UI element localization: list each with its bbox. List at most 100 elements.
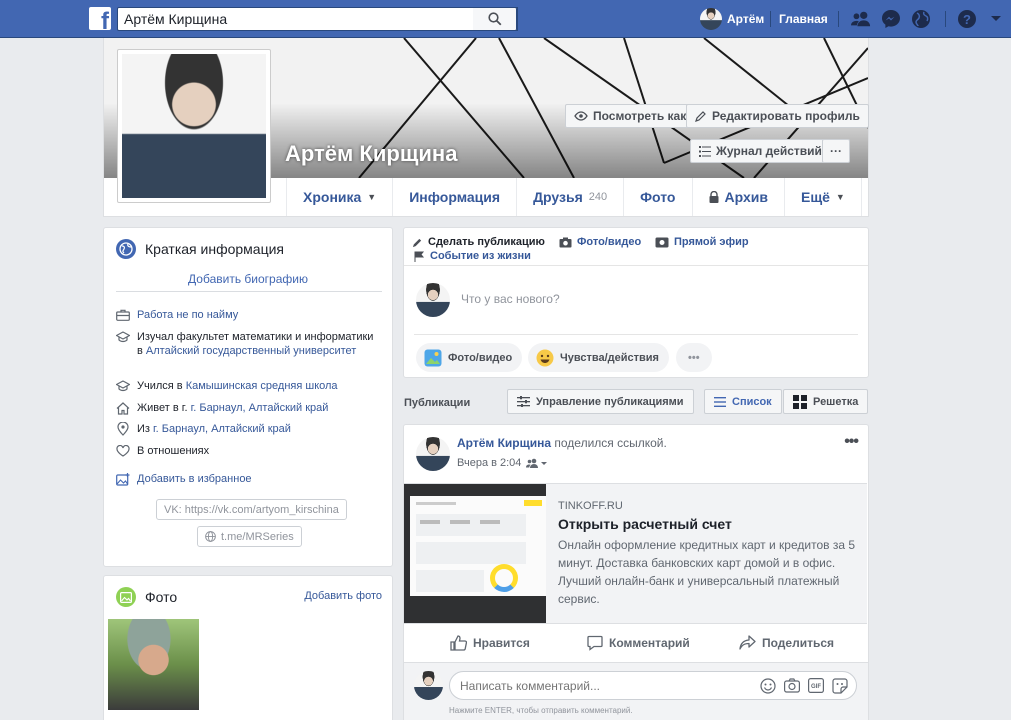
graduation-cap-icon [116, 379, 130, 393]
help-icon[interactable]: ? [957, 9, 977, 29]
post-author-avatar[interactable] [416, 437, 450, 471]
grid-icon [793, 394, 807, 409]
profile-name[interactable]: Артём Кирщина [285, 141, 457, 167]
account-menu-chevron-icon[interactable] [986, 9, 1006, 29]
list-view-button[interactable]: Список [704, 389, 782, 414]
lives-link[interactable]: г. Барнаул, Алтайский край [191, 402, 329, 414]
intro-card: Краткая информация Добавить биографию Ра… [103, 227, 393, 567]
gif-icon[interactable]: GIF [808, 678, 824, 693]
search-button[interactable] [473, 7, 517, 31]
top-navigation-bar: f Артём Главная ? [0, 0, 1011, 38]
profile-picture[interactable] [117, 49, 271, 203]
info-from: Из г. Барнаул, Алтайский край [116, 422, 378, 436]
flag-icon [414, 251, 425, 262]
divider [945, 11, 946, 27]
tab-timeline[interactable]: Хроника ▼ [286, 178, 392, 216]
view-as-button[interactable]: Посмотреть как [565, 104, 696, 128]
settings-sliders-icon [517, 396, 530, 407]
home-link[interactable]: Главная [779, 12, 828, 26]
comment-hint: Нажмите ENTER, чтобы отправить комментар… [449, 706, 633, 715]
divider [770, 11, 771, 27]
heart-icon [116, 444, 130, 458]
university-link[interactable]: Алтайский государственный университет [146, 345, 356, 357]
post-author-link[interactable]: Артём Кирщина [457, 436, 551, 450]
composer-input[interactable]: Что у вас нового? [461, 292, 560, 306]
photos-card: Фото Добавить фото [103, 575, 393, 720]
profile-tabs: Хроника ▼ Информация Друзья 240 Фото Архив… [286, 178, 862, 216]
emoji-icon[interactable] [760, 677, 776, 694]
camera-icon[interactable] [784, 678, 800, 693]
search-input[interactable] [118, 8, 517, 30]
vk-link-text: VK: https://vk.com/artyom_kirschina [164, 503, 339, 516]
chevron-down-icon: ▼ [835, 192, 845, 202]
hometown-link[interactable]: г. Барнаул, Алтайский край [153, 423, 291, 435]
composer-photo-button[interactable]: Фото/видео [416, 343, 523, 372]
comment-input[interactable] [450, 678, 752, 693]
notifications-globe-icon[interactable] [911, 9, 931, 29]
facebook-logo-icon[interactable]: f [89, 7, 111, 30]
like-button[interactable]: Нравится [450, 635, 530, 651]
add-photo-link[interactable]: Добавить фото [304, 590, 382, 602]
divider [404, 265, 868, 266]
edit-profile-button[interactable]: Редактировать профиль [686, 104, 869, 128]
composer-more-button[interactable]: ••• [676, 343, 712, 372]
link-domain: TINKOFF.RU [558, 500, 623, 512]
smiley-icon [536, 349, 554, 367]
activity-log-button[interactable]: Журнал действий [690, 139, 831, 163]
make-post-tab[interactable]: Сделать публикацию [412, 236, 545, 248]
composer-feeling-button[interactable]: Чувства/действия [528, 343, 669, 372]
post-card: Артём Кирщина поделился ссылкой. Вчера в… [403, 424, 869, 720]
tab-friends[interactable]: Друзья 240 [516, 178, 623, 216]
manage-posts-button[interactable]: Управление публикациями [507, 389, 694, 414]
activity-log-label: Журнал действий [716, 144, 822, 158]
telegram-link-pill[interactable]: t.me/MRSeries [197, 526, 302, 547]
info-add-featured[interactable]: Добавить в избранное [116, 472, 378, 486]
add-bio-link[interactable]: Добавить биографию [104, 272, 392, 286]
globe-icon [116, 239, 136, 259]
tab-archive[interactable]: Архив [691, 178, 784, 216]
top-user-link[interactable]: Артём [700, 8, 764, 30]
photo-thumbnail[interactable] [108, 619, 199, 710]
photo-icon [424, 349, 442, 367]
tab-about[interactable]: Информация [392, 178, 516, 216]
live-video-tab[interactable]: Прямой эфир [655, 236, 749, 248]
comment-box: GIF [449, 671, 857, 700]
telegram-link-text: t.me/MRSeries [221, 530, 294, 543]
publications-label: Публикации [404, 397, 471, 409]
school-link[interactable]: Камышинская средняя школа [186, 380, 338, 392]
photo-video-tab[interactable]: Фото/видео [559, 236, 641, 248]
friend-requests-icon[interactable] [851, 9, 871, 29]
photos-header: Фото [116, 587, 177, 607]
post-meta: Вчера в 2:04 [457, 457, 548, 469]
audience-friends-icon[interactable] [526, 458, 548, 468]
post-options-icon[interactable]: ••• [844, 433, 859, 451]
comment-button[interactable]: Комментарий [587, 635, 690, 651]
share-button[interactable]: Поделиться [739, 635, 834, 650]
post-header: Артём Кирщина поделился ссылкой. [457, 436, 667, 450]
info-school: Учился в Камышинская средняя школа [116, 379, 378, 393]
info-work: Работа не по найму [116, 308, 378, 322]
lock-icon [709, 191, 719, 203]
post-timestamp[interactable]: Вчера в 2:04 [457, 457, 521, 469]
vk-link-pill[interactable]: VK: https://vk.com/artyom_kirschina [156, 499, 347, 520]
sticker-icon[interactable] [832, 677, 848, 694]
intro-title: Краткая информация [145, 241, 284, 257]
link-preview[interactable]: TINKOFF.RU Открыть расчетный счет Онлайн… [404, 483, 867, 624]
comment-section: GIF Нажмите ENTER, чтобы отправить комме… [404, 662, 868, 720]
globe-icon [205, 531, 216, 542]
link-description: Онлайн оформление кредитных карт и креди… [558, 538, 856, 606]
messenger-icon[interactable] [881, 9, 901, 29]
tab-more[interactable]: Ещё ▼ [783, 178, 862, 216]
grid-view-button[interactable]: Решетка [783, 389, 869, 414]
add-featured-link[interactable]: Добавить в избранное [137, 472, 252, 486]
info-lives-in: Живет в г. г. Барнаул, Алтайский край [116, 401, 378, 415]
video-camera-icon [655, 237, 669, 248]
work-link[interactable]: Работа не по найму [137, 308, 238, 322]
life-event-tab[interactable]: Событие из жизни [414, 250, 531, 262]
chevron-down-icon: ▼ [367, 192, 377, 202]
link-title[interactable]: Открыть расчетный счет [558, 516, 732, 532]
tab-photos[interactable]: Фото [623, 178, 691, 216]
profile-more-button[interactable]: ··· [822, 139, 850, 163]
lives-prefix: Живет в г. [137, 402, 191, 414]
laptop-screenshot [410, 496, 546, 596]
